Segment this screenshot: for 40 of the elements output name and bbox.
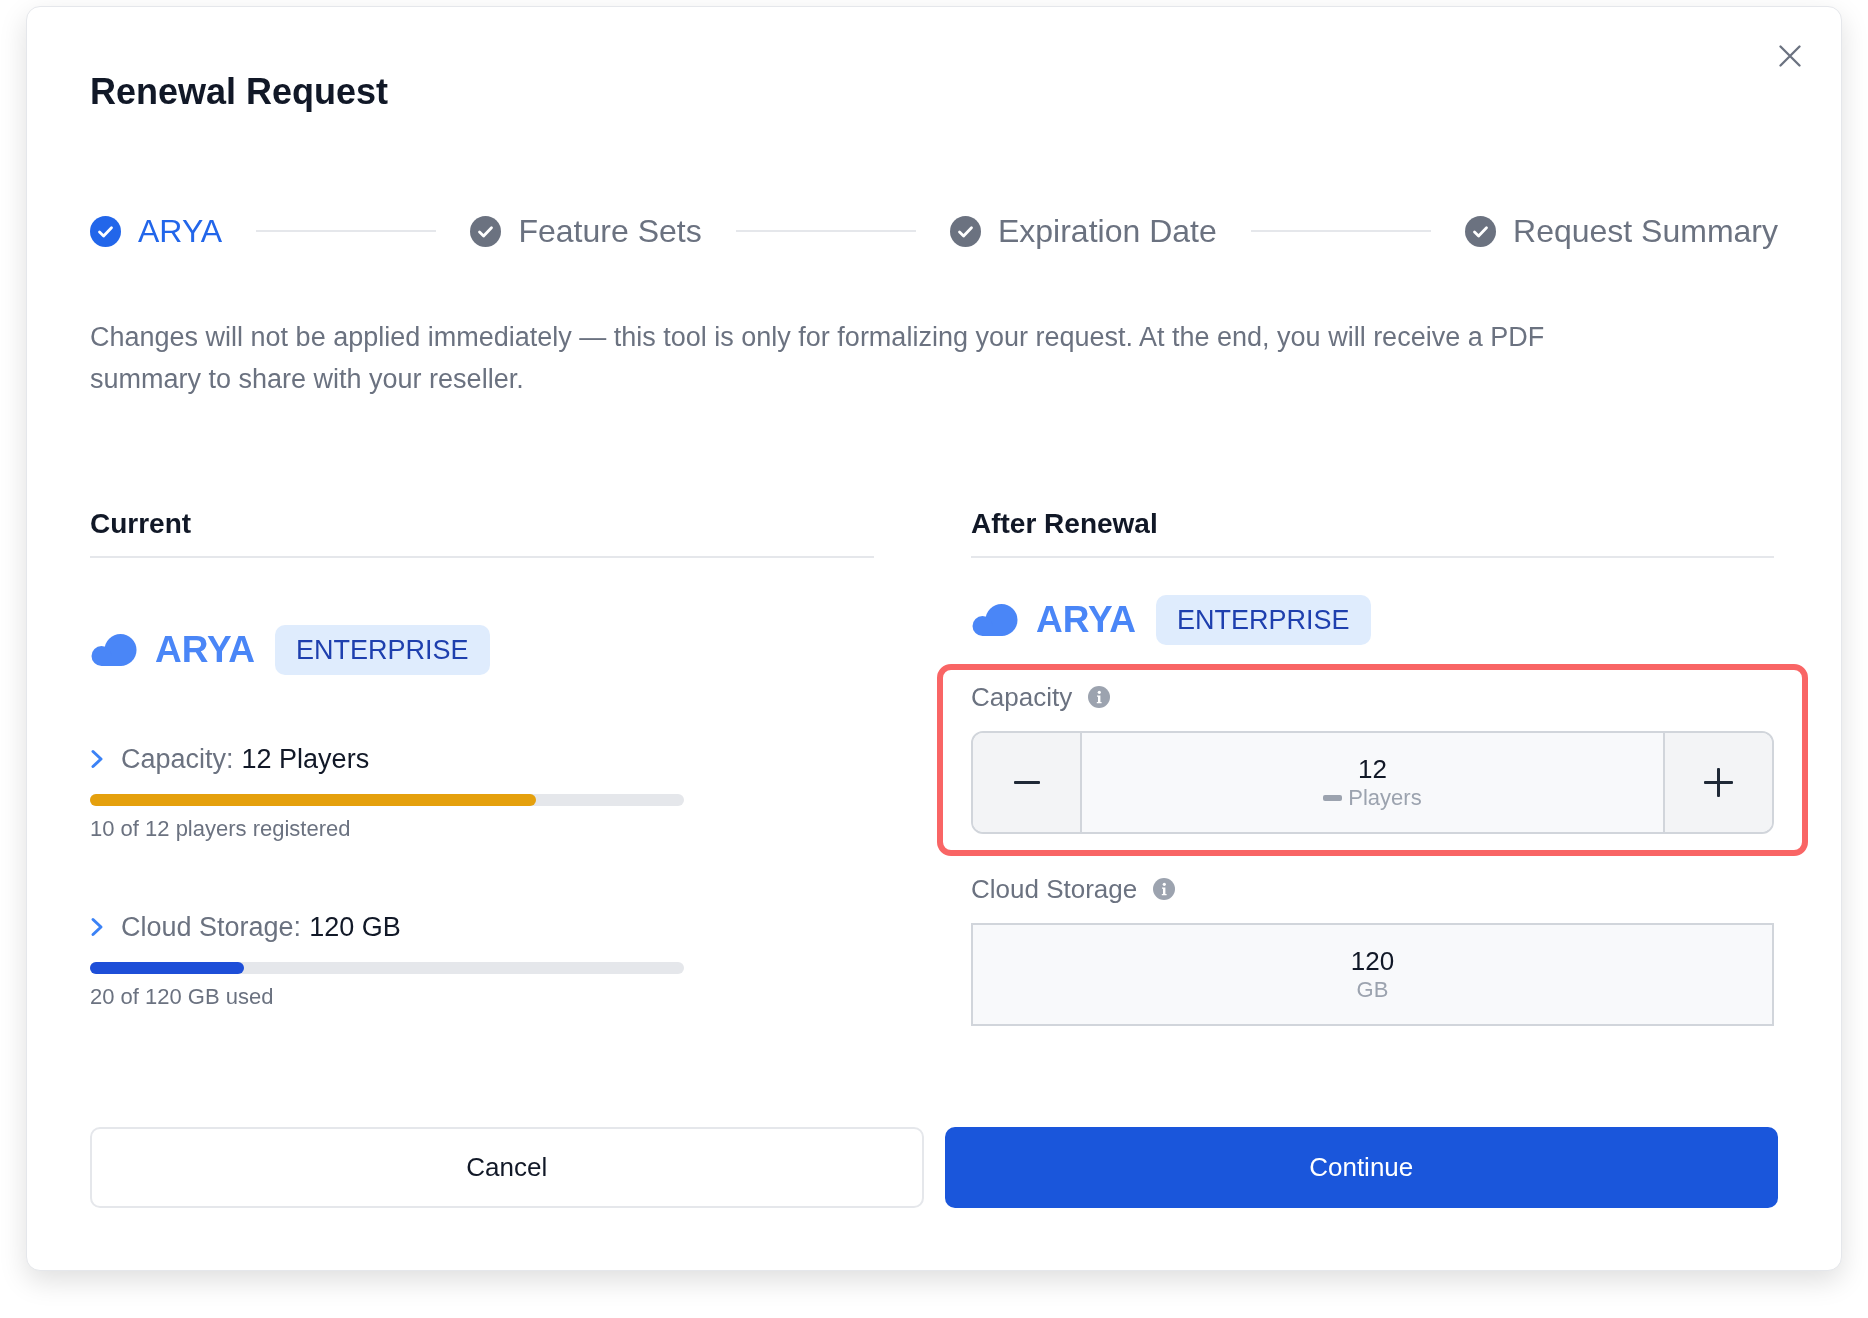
expand-toggle[interactable]: Capacity: 12 Players (90, 742, 370, 776)
value-text: 120 (1350, 945, 1395, 976)
bar-icon (1323, 794, 1343, 801)
close-icon (1779, 45, 1801, 67)
product-name: ARYA (1036, 598, 1137, 642)
check-circle-icon (470, 215, 502, 247)
field-label: Cloud Storage (971, 873, 1138, 905)
dialog-title: Renewal Request (90, 71, 389, 113)
check-circle-icon (90, 215, 121, 247)
step-tab[interactable]: ARYA (90, 211, 223, 251)
decrement-button[interactable] (973, 733, 1082, 832)
increment-button[interactable] (1663, 733, 1772, 832)
secondary-button[interactable]: Cancel (90, 1127, 924, 1208)
usage-caption: 20 of 120 GB used (90, 983, 274, 1011)
section-heading: After Renewal (971, 508, 1158, 540)
field-label: Capacity (971, 681, 1073, 713)
cloud-icon (971, 603, 1019, 637)
check-circle-icon (949, 215, 981, 247)
info-icon (1153, 878, 1176, 900)
value-text: 12 (1358, 753, 1387, 784)
step-tab[interactable]: Feature Sets (470, 211, 702, 251)
edition-badge: ENTERPRISE (275, 625, 490, 675)
minus-icon (1013, 781, 1040, 784)
unit-label: Players (1348, 783, 1422, 812)
usage-caption: 10 of 12 players registered (90, 815, 351, 843)
step-tab[interactable]: Request Summary (1465, 211, 1778, 251)
expand-toggle[interactable]: Cloud Storage: 120 GB (90, 910, 401, 944)
unit-label: GB (1356, 975, 1389, 1004)
section-heading: Current (90, 508, 192, 540)
primary-button[interactable]: Continue (944, 1127, 1778, 1208)
notice-text: Changes will not be applied immediately — this tool is only for formalizing your request. At the end, you will receive a PDF summary to share with your reseller. (90, 321, 1546, 396)
edition-badge: ENTERPRISE (1156, 595, 1371, 645)
plus-icon (1704, 768, 1733, 797)
step-tab[interactable]: Expiration Date (949, 211, 1217, 251)
info-icon (1088, 686, 1111, 708)
product-name: ARYA (155, 628, 256, 672)
close-button[interactable] (1777, 43, 1803, 69)
check-circle-icon (1465, 215, 1496, 247)
cloud-icon (90, 633, 138, 667)
number-field[interactable]: 12 Players (1082, 733, 1663, 832)
